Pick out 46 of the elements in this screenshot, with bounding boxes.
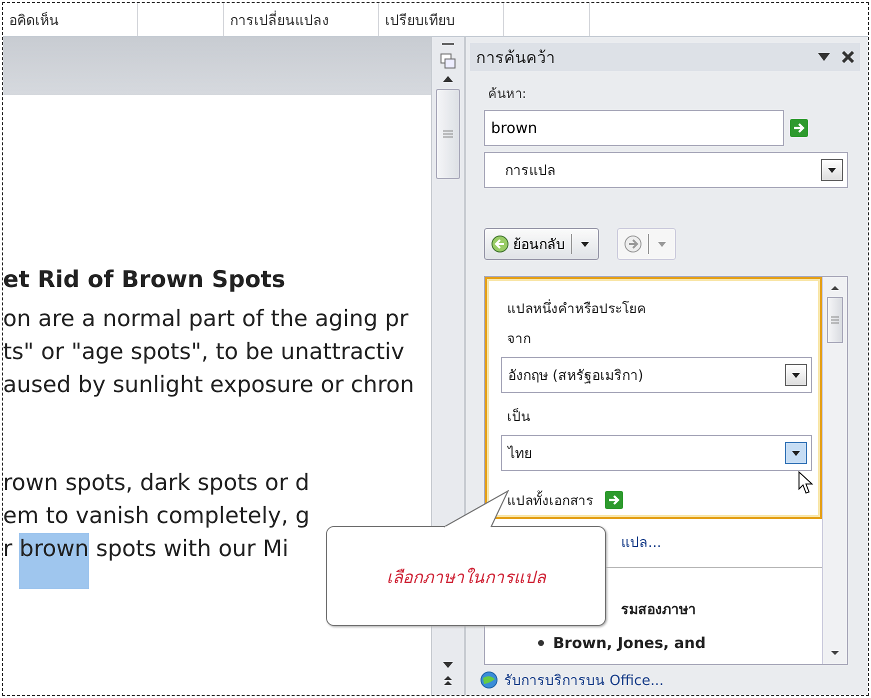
- text-line: on are a normal part of the aging pr: [3, 305, 410, 334]
- globe-icon: [480, 671, 498, 689]
- dictionary-heading: รมสองภาษา: [621, 601, 697, 620]
- office-link[interactable]: รับการบริการบน Office...: [504, 669, 664, 691]
- from-label: จาก: [507, 330, 532, 349]
- menu-caret-icon: [818, 53, 830, 61]
- ribbon-tab[interactable]: การเปลี่ยนแปลง: [224, 3, 379, 36]
- scroll-thumb[interactable]: [827, 297, 843, 343]
- dropdown-button[interactable]: [821, 159, 843, 181]
- text-line: rown spots, dark spots or d: [3, 469, 310, 498]
- page-up-down-icon: [442, 675, 454, 687]
- pane-title: การค้นคว้า: [476, 46, 556, 68]
- dropdown-button[interactable]: [785, 364, 807, 386]
- text-line: em to vanish completely, g: [3, 502, 311, 531]
- scrollbar[interactable]: [822, 277, 847, 664]
- document-heading: et Rid of Brown Spots: [3, 267, 286, 293]
- grip-icon: [831, 316, 839, 324]
- go-button[interactable]: [790, 119, 808, 137]
- grip-icon: [443, 130, 453, 138]
- text-line: ts" or "age spots", to be unattractiv: [3, 338, 406, 367]
- section-heading: แปลหนึ่งคำหรือประโยค: [507, 298, 647, 319]
- scroll-up-icon: [830, 285, 840, 291]
- search-field[interactable]: brown: [484, 110, 784, 146]
- dropdown-button[interactable]: [785, 442, 807, 464]
- search-label: ค้นหา:: [488, 86, 528, 104]
- text-line: aused by sunlight exposure or chron: [3, 371, 416, 400]
- back-button[interactable]: ย้อนกลับ: [484, 228, 599, 260]
- scroll-down-icon: [442, 661, 454, 669]
- translate-document-label: แปลทั้งเอกสาร: [507, 489, 593, 511]
- options-link[interactable]: แปล...: [621, 531, 822, 553]
- scroll-thumb[interactable]: [436, 89, 460, 179]
- scroll-down-icon: [830, 650, 840, 656]
- callout-text: เลือกภาษาในการแปล: [386, 566, 546, 590]
- to-label: เป็น: [507, 407, 531, 427]
- from-language-dropdown[interactable]: อังกฤษ (สหรัฐอเมริกา): [501, 357, 812, 393]
- ribbon-tab[interactable]: อคิดเห็น: [3, 3, 138, 36]
- bullet-icon: [537, 639, 545, 647]
- to-language-dropdown[interactable]: ไทย: [501, 435, 812, 471]
- go-button[interactable]: [605, 491, 623, 509]
- mouse-cursor-icon: [798, 471, 814, 495]
- ribbon-tab[interactable]: เปรียบเทียบ: [379, 3, 504, 36]
- service-dropdown[interactable]: การแปล: [484, 152, 848, 188]
- scroll-up-icon: [442, 75, 454, 83]
- close-icon: [842, 51, 854, 63]
- result-item[interactable]: Brown, Jones, and: [553, 634, 706, 652]
- window-icon: [440, 53, 456, 69]
